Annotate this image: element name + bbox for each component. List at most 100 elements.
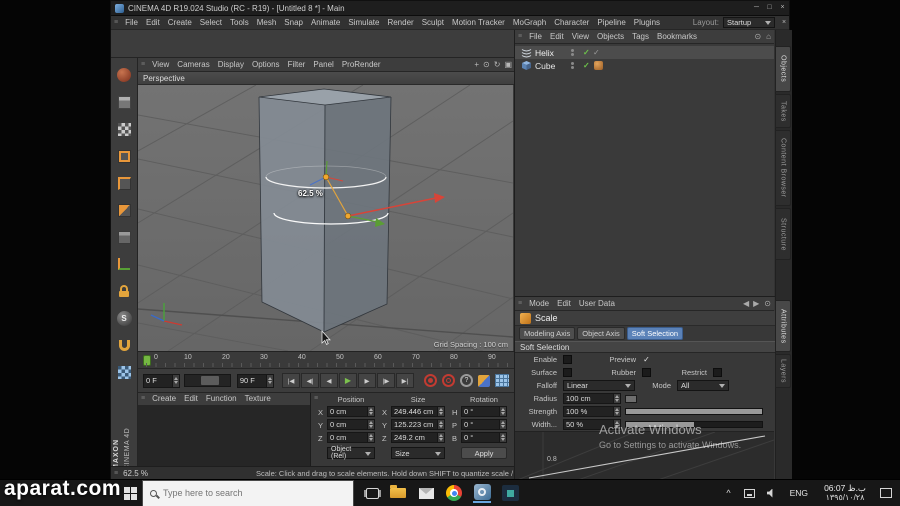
menu-animate[interactable]: Animate xyxy=(307,16,344,30)
spinner[interactable] xyxy=(613,420,620,429)
goto-start-button[interactable]: |◀ xyxy=(282,373,300,388)
surface-checkbox[interactable] xyxy=(563,368,572,377)
spinner[interactable] xyxy=(499,407,506,416)
spinner[interactable] xyxy=(437,407,444,416)
zoom-view-icon[interactable]: ⊙ xyxy=(481,58,492,72)
next-key-button[interactable]: |▶ xyxy=(377,373,395,388)
spinner[interactable] xyxy=(613,394,620,403)
spinner[interactable] xyxy=(172,374,180,387)
play-button[interactable]: ▶ xyxy=(339,373,357,388)
cinema4d-taskbar-button[interactable] xyxy=(468,480,496,506)
app-button[interactable] xyxy=(496,480,524,506)
polygons-mode-button[interactable] xyxy=(113,199,135,221)
om-menu-view[interactable]: View xyxy=(568,30,593,44)
tab-object-axis[interactable]: Object Axis xyxy=(577,327,625,340)
clock[interactable]: 06:07 ب.ظ ١٣٩٥/١٠/٢٨ xyxy=(816,483,874,504)
record-button[interactable] xyxy=(424,374,437,387)
coordinates-grip[interactable]: ≡ xyxy=(311,393,321,405)
falloff-dropdown[interactable]: Linear xyxy=(563,380,635,391)
speaker-icon[interactable] xyxy=(766,488,773,498)
vp-menu-prorender[interactable]: ProRender xyxy=(338,58,385,72)
om-grip[interactable]: ≡ xyxy=(515,30,525,44)
orbit-view-icon[interactable]: ↻ xyxy=(492,58,503,72)
menu-select[interactable]: Select xyxy=(196,16,226,30)
menu-tools[interactable]: Tools xyxy=(226,16,253,30)
strength-field[interactable]: 100 % xyxy=(563,406,621,417)
menu-pipeline[interactable]: Pipeline xyxy=(593,16,629,30)
vp-menu-cameras[interactable]: Cameras xyxy=(173,58,213,72)
tab-structure[interactable]: Structure xyxy=(775,208,791,260)
width-field[interactable]: 50 % xyxy=(563,419,621,430)
visibility-dots[interactable] xyxy=(571,48,574,57)
points-mode-button[interactable] xyxy=(113,145,135,167)
om-menu-bookmarks[interactable]: Bookmarks xyxy=(653,30,701,44)
chrome-button[interactable] xyxy=(440,480,468,506)
menu-edit[interactable]: Edit xyxy=(142,16,164,30)
close-button[interactable]: × xyxy=(776,1,789,15)
tweak-mode-button[interactable] xyxy=(113,226,135,248)
object-list[interactable]: Helix ✓ ✓ Cube ✓ xyxy=(515,44,774,296)
visibility-dots[interactable] xyxy=(571,61,574,70)
scrollbar-handle[interactable] xyxy=(201,376,220,385)
mat-menu-create[interactable]: Create xyxy=(148,392,180,406)
spinner[interactable] xyxy=(499,420,506,429)
menu-create[interactable]: Create xyxy=(164,16,196,30)
size-z-field[interactable]: 249.2 cm xyxy=(391,432,445,443)
spinner[interactable] xyxy=(613,407,620,416)
tray-chevron-icon[interactable]: ^ xyxy=(719,488,737,498)
tab-layers[interactable]: Layers xyxy=(775,354,791,388)
soft-selection-section[interactable]: Soft Selection xyxy=(515,341,792,353)
attr-menu-edit[interactable]: Edit xyxy=(553,297,575,311)
rot-h-field[interactable]: 0 ° xyxy=(461,406,507,417)
om-home-icon[interactable]: ⌂ xyxy=(763,30,774,44)
om-search-icon[interactable]: ⊙ xyxy=(752,30,763,44)
size-y-field[interactable]: 125.223 cm xyxy=(391,419,445,430)
history-back-icon[interactable]: ◀ xyxy=(741,297,751,311)
tab-objects[interactable]: Objects xyxy=(775,46,791,92)
size-mode-dropdown[interactable]: Size xyxy=(391,447,445,459)
om-menu-objects[interactable]: Objects xyxy=(593,30,628,44)
next-frame-button[interactable]: ▶ xyxy=(358,373,376,388)
edges-mode-button[interactable] xyxy=(113,172,135,194)
action-center-icon[interactable] xyxy=(880,488,892,498)
restrict-checkbox[interactable] xyxy=(713,368,722,377)
radius-slider[interactable] xyxy=(625,394,637,403)
menu-sculpt[interactable]: Sculpt xyxy=(418,16,448,30)
spinner[interactable] xyxy=(437,433,444,442)
rot-p-field[interactable]: 0 ° xyxy=(461,419,507,430)
vp-menu-panel[interactable]: Panel xyxy=(309,58,337,72)
width-slider[interactable] xyxy=(625,421,763,428)
attr-menu-userdata[interactable]: User Data xyxy=(575,297,619,311)
viewport-grip[interactable]: ≡ xyxy=(138,58,148,72)
material-list-empty[interactable] xyxy=(138,406,310,465)
rot-b-field[interactable]: 0 ° xyxy=(461,432,507,443)
menu-mograph[interactable]: MoGraph xyxy=(509,16,550,30)
titlebar[interactable]: CINEMA 4D R19.024 Studio (RC - R19) - [U… xyxy=(111,1,789,16)
menu-file[interactable]: File xyxy=(121,16,142,30)
spinner[interactable] xyxy=(266,374,273,387)
minimize-button[interactable]: ─ xyxy=(750,1,763,15)
goto-end-button[interactable]: ▶| xyxy=(396,373,414,388)
mat-menu-function[interactable]: Function xyxy=(202,392,241,406)
axis-lock-button[interactable] xyxy=(113,280,135,302)
strength-slider[interactable] xyxy=(625,408,763,415)
make-editable-button[interactable] xyxy=(113,64,135,86)
range-start-field[interactable]: 0 F xyxy=(143,373,181,388)
om-menu-edit[interactable]: Edit xyxy=(546,30,568,44)
vp-menu-filter[interactable]: Filter xyxy=(284,58,310,72)
vp-menu-display[interactable]: Display xyxy=(214,58,248,72)
snap-mode-button[interactable]: S xyxy=(113,307,135,329)
viewport-canvas[interactable]: 62.5 % Grid Spacing : 100 cm xyxy=(138,85,513,351)
enable-checkbox[interactable] xyxy=(563,355,572,364)
camera-label[interactable]: Perspective xyxy=(143,74,185,83)
object-mode-dropdown[interactable]: Object (Rel) xyxy=(327,446,375,460)
vp-menu-view[interactable]: View xyxy=(148,58,173,72)
attr-grip[interactable]: ≡ xyxy=(515,297,525,311)
object-name[interactable]: Cube xyxy=(535,61,555,71)
apply-button[interactable]: Apply xyxy=(461,447,507,459)
language-indicator[interactable]: ENG xyxy=(782,488,816,498)
timeline-ruler[interactable]: 0 10 20 30 40 50 60 70 80 90 xyxy=(138,351,514,369)
object-name[interactable]: Helix xyxy=(535,48,554,58)
object-row-cube[interactable]: Cube ✓ xyxy=(515,59,774,72)
spinner[interactable] xyxy=(499,433,506,442)
